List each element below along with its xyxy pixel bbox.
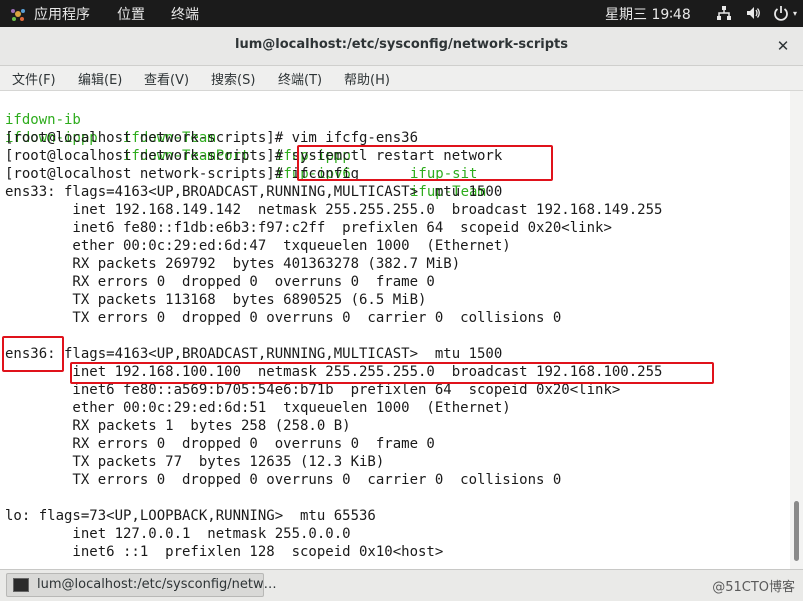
terminal-line: RX packets 1 bytes 258 (258.0 B) (5, 418, 351, 434)
terminal-line: inet 192.168.149.142 netmask 255.255.255… (5, 202, 663, 218)
watermark: @51CTO博客 (712, 580, 795, 595)
menu-search[interactable]: 搜索(S) (211, 69, 255, 88)
menu-bar: 文件(F) 编辑(E) 查看(V) 搜索(S) 终端(T) 帮助(H) (0, 66, 803, 91)
terminal-line: ens33: flags=4163<UP,BROADCAST,RUNNING,M… (5, 184, 503, 200)
menu-file[interactable]: 文件(F) (12, 69, 56, 88)
terminal-line: ether 00:0c:29:ed:6d:47 txqueuelen 1000 … (5, 238, 511, 254)
menu-terminal[interactable]: 终端(T) (278, 69, 322, 88)
terminal-line: TX errors 0 dropped 0 overruns 0 carrier… (5, 310, 562, 326)
taskbar-window-label: lum@localhost:/etc/sysconfig/netw… (37, 577, 277, 592)
highlight-ens36-label (2, 336, 64, 372)
volume-icon[interactable] (745, 5, 761, 21)
highlight-restart-ifconfig-commands (297, 145, 553, 181)
applications-menu[interactable]: 应用程序 (34, 4, 90, 24)
terminal-line: TX errors 0 dropped 0 overruns 0 carrier… (5, 472, 562, 488)
terminal-line: inet6 fe80::f1db:e6b3:f97:c2ff prefixlen… (5, 220, 612, 236)
terminal-scrollbar[interactable] (790, 91, 803, 569)
menu-view[interactable]: 查看(V) (144, 69, 189, 88)
places-menu[interactable]: 位置 (117, 4, 145, 24)
gnome-top-bar: 应用程序 位置 终端 星期三 19∶48 ▾ (0, 0, 803, 27)
terminal-line: RX packets 269792 bytes 401363278 (382.7… (5, 256, 461, 272)
terminal-line-listing-2: ifdown-ippp ifdown-TeamPort ifup-ipv6 if… (5, 111, 486, 200)
terminal-line: RX errors 0 dropped 0 overruns 0 frame 0 (5, 436, 435, 452)
terminal-line: ens36: flags=4163<UP,BROADCAST,RUNNING,M… (5, 346, 503, 362)
window-title: lum@localhost:/etc/sysconfig/network-scr… (235, 37, 568, 52)
window-title-bar[interactable]: lum@localhost:/etc/sysconfig/network-scr… (0, 27, 803, 66)
network-icon[interactable] (716, 5, 732, 21)
clock[interactable]: 星期三 19∶48 (605, 4, 691, 24)
taskbar-terminal-window[interactable]: lum@localhost:/etc/sysconfig/netw… (6, 573, 277, 597)
menu-help[interactable]: 帮助(H) (344, 69, 390, 88)
menu-edit[interactable]: 编辑(E) (78, 69, 122, 88)
terminal-line-listing-1: ifdown-ib ifdown-Team ifup-ippp ifup-sit (5, 93, 477, 182)
terminal-line: RX errors 0 dropped 0 overruns 0 frame 0 (5, 274, 435, 290)
terminal-line: TX packets 77 bytes 12635 (12.3 KiB) (5, 454, 385, 470)
apps-menu-icon[interactable] (10, 6, 26, 22)
taskbar: lum@localhost:/etc/sysconfig/netw… @51CT… (0, 569, 803, 601)
terminal-line: inet 127.0.0.1 netmask 255.0.0.0 (5, 526, 351, 542)
terminal-icon (13, 578, 29, 592)
system-menu-arrow-icon[interactable]: ▾ (793, 9, 801, 18)
scrollbar-thumb[interactable] (794, 501, 799, 561)
terminal-line: ether 00:0c:29:ed:6d:51 txqueuelen 1000 … (5, 400, 511, 416)
terminal-line: TX packets 113168 bytes 6890525 (6.5 MiB… (5, 292, 427, 308)
highlight-ens36-inet-line (70, 362, 714, 384)
power-icon[interactable] (773, 5, 789, 21)
close-window-button[interactable]: ✕ (775, 38, 791, 54)
terminal-line: inet6 ::1 prefixlen 128 scopeid 0x10<hos… (5, 544, 444, 560)
terminal-app-menu[interactable]: 终端 (171, 4, 199, 24)
terminal-line: lo: flags=73<UP,LOOPBACK,RUNNING> mtu 65… (5, 508, 376, 524)
